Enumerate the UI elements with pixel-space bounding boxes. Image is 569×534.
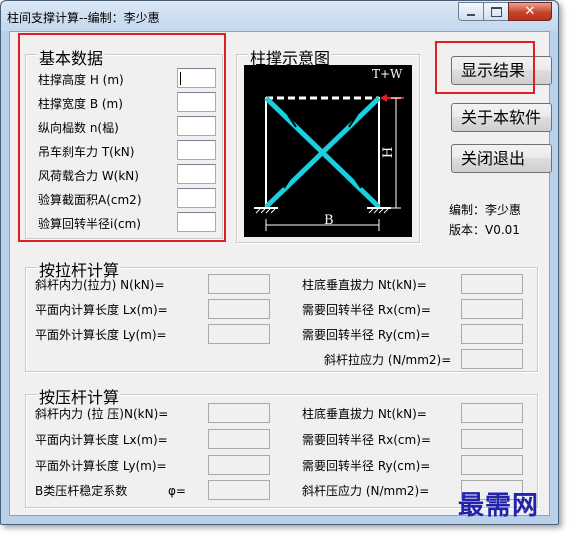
height-dim-label: H bbox=[381, 146, 397, 159]
compression-rx-label: 需要回转半径 Rx(cm)= bbox=[302, 433, 431, 447]
load-label: T+W bbox=[372, 67, 403, 81]
highlight-show-result bbox=[435, 41, 535, 94]
stability-coefficient-label: B类压杆稳定系数 bbox=[35, 484, 128, 498]
title-bar[interactable]: 柱间支撑计算--编制：李少惠 ✕ bbox=[1, 1, 558, 31]
compression-ry-field[interactable] bbox=[461, 455, 523, 475]
compression-ry-label: 需要回转半径 Ry(cm)= bbox=[302, 459, 431, 473]
close-icon: ✕ bbox=[524, 4, 536, 19]
tension-stress-label: 斜杆拉应力 (N/mm2)= bbox=[324, 353, 452, 367]
tension-lx-label: 平面内计算长度 Lx(m)= bbox=[35, 303, 168, 317]
highlight-basic-data bbox=[18, 33, 226, 242]
compression-lx-field[interactable] bbox=[208, 429, 270, 449]
compression-title: 按压杆计算 bbox=[37, 384, 122, 408]
watermark: 最需网 bbox=[458, 491, 540, 521]
compression-rx-field[interactable] bbox=[461, 429, 523, 449]
version-label: 版本：V0.01 bbox=[449, 223, 520, 237]
close-button[interactable]: ✕ bbox=[508, 2, 552, 21]
compression-uplift-label: 柱底垂直拔力 Nt(kN)= bbox=[302, 407, 427, 421]
tension-ry-field[interactable] bbox=[461, 324, 523, 344]
tension-force-label: 斜杆内力(拉力) N(kN)= bbox=[35, 278, 165, 292]
phi-symbol: φ= bbox=[168, 484, 186, 498]
compression-ly-label: 平面外计算长度 Ly(m)= bbox=[35, 459, 167, 473]
tension-stress-field[interactable] bbox=[461, 349, 523, 369]
tension-uplift-label: 柱底垂直拔力 Nt(kN)= bbox=[302, 278, 427, 292]
bracing-diagram: T+W H B bbox=[244, 65, 412, 237]
tension-ly-label: 平面外计算长度 Ly(m)= bbox=[35, 328, 167, 342]
tension-rx-field[interactable] bbox=[461, 299, 523, 319]
stability-coefficient-field[interactable] bbox=[208, 480, 270, 500]
author-label: 编制：李少惠 bbox=[449, 203, 522, 217]
compression-lx-label: 平面内计算长度 Lx(m)= bbox=[35, 433, 168, 447]
tension-ly-field[interactable] bbox=[208, 324, 270, 344]
window-title: 柱间支撑计算--编制：李少惠 bbox=[7, 11, 160, 25]
compression-force-field[interactable] bbox=[208, 403, 270, 423]
tension-uplift-field[interactable] bbox=[461, 274, 523, 294]
compression-force-label: 斜杆内力 (拉 压)N(kN)= bbox=[35, 407, 169, 421]
tension-ry-label: 需要回转半径 Ry(cm)= bbox=[302, 328, 431, 342]
minimize-button[interactable] bbox=[458, 2, 484, 21]
maximize-button[interactable] bbox=[483, 2, 509, 21]
tension-rx-label: 需要回转半径 Rx(cm)= bbox=[302, 303, 431, 317]
maximize-icon bbox=[490, 6, 502, 17]
about-button[interactable]: 关于本软件 bbox=[451, 103, 552, 132]
compression-uplift-field[interactable] bbox=[461, 403, 523, 423]
width-dim-label: B bbox=[324, 213, 334, 228]
exit-button[interactable]: 关闭退出 bbox=[451, 144, 552, 173]
compression-ly-field[interactable] bbox=[208, 455, 270, 475]
minimize-icon bbox=[467, 13, 475, 16]
tension-lx-field[interactable] bbox=[208, 299, 270, 319]
compression-stress-label: 斜杆压应力 (N/mm2)= bbox=[302, 484, 430, 498]
tension-force-field[interactable] bbox=[208, 274, 270, 294]
